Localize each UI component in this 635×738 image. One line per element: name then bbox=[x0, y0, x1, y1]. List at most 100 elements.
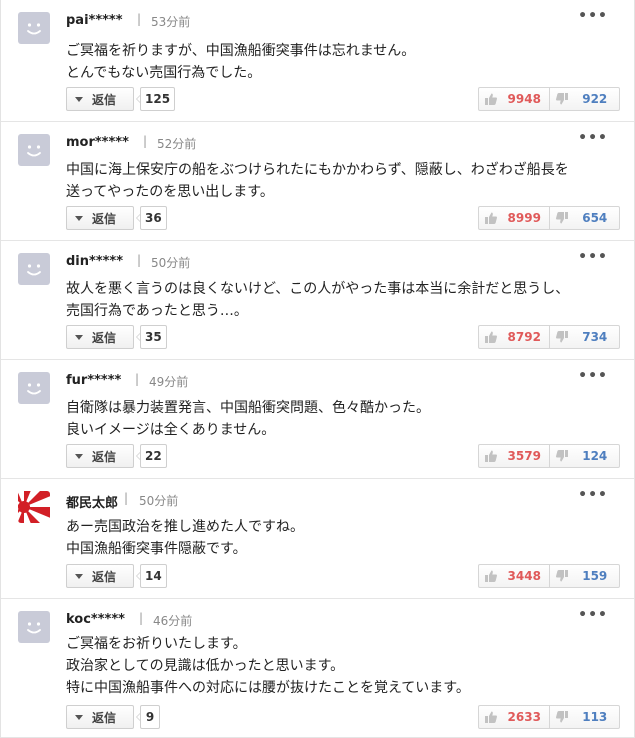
thumbs-down-icon bbox=[555, 93, 568, 105]
reply-count: 22 bbox=[136, 444, 167, 468]
vote-buttons: 3579 124 bbox=[478, 444, 620, 468]
thumbs-down-icon bbox=[555, 212, 568, 224]
dislike-button[interactable]: 734 bbox=[550, 326, 620, 348]
separator: | bbox=[124, 491, 129, 505]
dislike-button[interactable]: 922 bbox=[550, 88, 620, 110]
comment-item: fur***** | 49分前 ••• 自衛隊は暴力装置発言、中国船衝突問題、色々酷かっ… bbox=[1, 360, 634, 479]
reply-button[interactable]: 返信 bbox=[66, 564, 134, 588]
vote-buttons: 3448 159 bbox=[478, 564, 620, 588]
separator: | bbox=[135, 372, 140, 386]
thumbs-down-icon bbox=[555, 570, 568, 582]
reply-button[interactable]: 返信 bbox=[66, 444, 134, 468]
dislike-count: 654 bbox=[582, 211, 608, 225]
timestamp: 46分前 bbox=[153, 614, 193, 628]
thumbs-up-icon bbox=[485, 450, 497, 462]
comment-text-line: 政治家としての見識は低かったと思います。 bbox=[66, 658, 345, 674]
like-count: 8792 bbox=[507, 330, 541, 344]
reply-label: 返信 bbox=[92, 710, 117, 725]
like-button[interactable]: 3448 bbox=[479, 565, 550, 587]
comment-list: pai***** | 53分前 ••• ご冥福を祈りますが、中国漁船衝突事件は忘れません… bbox=[0, 0, 635, 738]
username[interactable]: mor***** bbox=[66, 135, 129, 150]
vote-buttons: 8792 734 bbox=[478, 325, 620, 349]
default-face-icon[interactable] bbox=[18, 372, 50, 404]
reply-button[interactable]: 返信 bbox=[66, 705, 134, 729]
default-face-icon[interactable] bbox=[18, 611, 50, 643]
default-face-icon[interactable] bbox=[18, 134, 50, 166]
username[interactable]: koc***** bbox=[66, 612, 125, 627]
dislike-count: 124 bbox=[582, 449, 608, 463]
thumbs-up-icon bbox=[485, 711, 497, 723]
timestamp: 53分前 bbox=[151, 15, 191, 29]
comment-item: koc***** | 46分前 ••• ご冥福をお祈りいたします。 政治家としての見識は低… bbox=[1, 599, 634, 738]
reply-button[interactable]: 返信 bbox=[66, 206, 134, 230]
reply-button[interactable]: 返信 bbox=[66, 325, 134, 349]
caret-down-icon bbox=[75, 453, 83, 459]
comment-text-line: 特に中国漁船事件への対応には腰が抜けたことを覚えています。 bbox=[66, 680, 470, 696]
caret-down-icon bbox=[75, 96, 83, 102]
rising-sun-flag-icon[interactable] bbox=[18, 491, 50, 523]
more-options-icon[interactable]: ••• bbox=[578, 607, 608, 623]
reply-label: 返信 bbox=[92, 92, 117, 107]
caret-down-icon bbox=[75, 334, 83, 340]
username[interactable]: fur***** bbox=[66, 373, 121, 388]
comment-item: mor***** | 52分前 ••• 中国に海上保安庁の船をぶつけられたにもかかわらず… bbox=[1, 122, 634, 241]
comment-item: din***** | 50分前 ••• 故人を悪く言うのは良くないけど、この人がやった事… bbox=[1, 241, 634, 360]
reply-label: 返信 bbox=[92, 449, 117, 464]
like-count: 3579 bbox=[507, 449, 541, 463]
thumbs-down-icon bbox=[555, 711, 568, 723]
like-button[interactable]: 8792 bbox=[479, 326, 550, 348]
separator: | bbox=[137, 12, 142, 26]
comment-text-line: 売国行為であったと思う…。 bbox=[66, 303, 248, 319]
default-face-icon[interactable] bbox=[18, 253, 50, 285]
username[interactable]: 都民太郎 bbox=[66, 492, 118, 511]
username[interactable]: pai***** bbox=[66, 13, 123, 28]
like-button[interactable]: 2633 bbox=[479, 706, 550, 728]
thumbs-up-icon bbox=[485, 212, 497, 224]
more-options-icon[interactable]: ••• bbox=[578, 249, 608, 265]
dislike-count: 922 bbox=[582, 92, 608, 106]
caret-down-icon bbox=[75, 714, 83, 720]
dislike-count: 734 bbox=[582, 330, 608, 344]
separator: | bbox=[137, 253, 142, 267]
reply-button[interactable]: 返信 bbox=[66, 87, 134, 111]
thumbs-down-icon bbox=[555, 331, 568, 343]
username[interactable]: din***** bbox=[66, 254, 123, 269]
comment-item: 都民太郎 | 50分前 ••• あー売国政治を推し進めた人ですね。 中国漁船衝突事件隠蔽で… bbox=[1, 479, 634, 599]
more-options-icon[interactable]: ••• bbox=[578, 130, 608, 146]
timestamp: 50分前 bbox=[151, 256, 191, 270]
dislike-button[interactable]: 159 bbox=[550, 565, 620, 587]
like-count: 9948 bbox=[507, 92, 541, 106]
like-count: 3448 bbox=[507, 569, 541, 583]
comment-text-line: 中国に海上保安庁の船をぶつけられたにもかかわらず、隠蔽し、わざわざ船長を bbox=[66, 162, 569, 178]
thumbs-up-icon bbox=[485, 331, 497, 343]
more-options-icon[interactable]: ••• bbox=[578, 487, 608, 503]
timestamp: 50分前 bbox=[139, 494, 179, 508]
like-button[interactable]: 3579 bbox=[479, 445, 550, 467]
reply-count: 9 bbox=[136, 705, 160, 729]
vote-buttons: 8999 654 bbox=[478, 206, 620, 230]
dislike-button[interactable]: 654 bbox=[550, 207, 620, 229]
thumbs-up-icon bbox=[485, 93, 497, 105]
reply-count: 36 bbox=[136, 206, 167, 230]
comment-text-line: とんでもない売国行為でした。 bbox=[66, 65, 262, 81]
more-options-icon[interactable]: ••• bbox=[578, 8, 608, 24]
default-face-icon[interactable] bbox=[18, 12, 50, 44]
dislike-count: 159 bbox=[582, 569, 608, 583]
reply-count: 125 bbox=[135, 87, 176, 111]
separator: | bbox=[143, 134, 148, 148]
comment-text-line: 自衛隊は暴力装置発言、中国船衝突問題、色々酷かった。 bbox=[66, 400, 430, 416]
timestamp: 52分前 bbox=[157, 137, 197, 151]
caret-down-icon bbox=[75, 573, 83, 579]
comment-text-line: ご冥福をお祈りいたします。 bbox=[66, 636, 247, 652]
reply-count: 35 bbox=[136, 325, 167, 349]
like-count: 8999 bbox=[507, 211, 541, 225]
more-options-icon[interactable]: ••• bbox=[578, 368, 608, 384]
vote-buttons: 9948 922 bbox=[478, 87, 620, 111]
caret-down-icon bbox=[75, 215, 83, 221]
dislike-button[interactable]: 124 bbox=[550, 445, 620, 467]
like-button[interactable]: 9948 bbox=[479, 88, 550, 110]
comment-text-line: あー売国政治を推し進めた人ですね。 bbox=[66, 519, 304, 535]
reply-count: 14 bbox=[136, 564, 167, 588]
like-button[interactable]: 8999 bbox=[479, 207, 550, 229]
dislike-button[interactable]: 113 bbox=[550, 706, 620, 728]
